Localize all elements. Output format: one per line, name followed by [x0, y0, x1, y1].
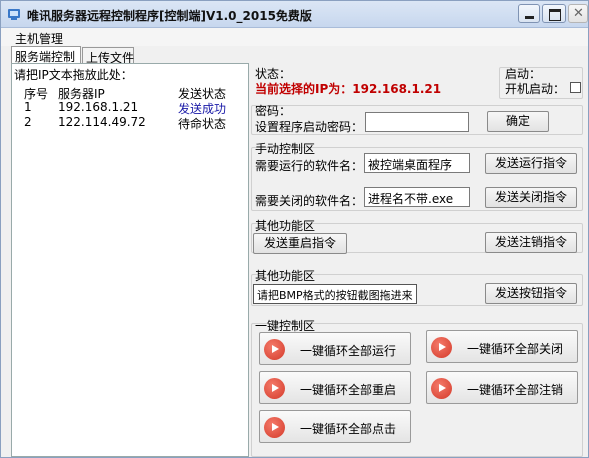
minimize-button[interactable]: [518, 4, 540, 23]
password-input[interactable]: [365, 112, 469, 132]
menu-host-management[interactable]: 主机管理: [15, 30, 63, 47]
autostart-checkbox[interactable]: [570, 82, 581, 93]
status-section: 状态： 当前选择的IP为：192.168.1.21 启动： 开机启动：: [253, 65, 583, 99]
restart-all-button[interactable]: 一键循环全部重启: [259, 371, 411, 404]
other-functions-label-2: 其他功能区: [255, 269, 316, 283]
autostart-label: 开机启动：: [505, 82, 566, 96]
app-icon: [8, 9, 20, 20]
maximize-button[interactable]: [542, 4, 566, 23]
confirm-button[interactable]: 确定: [487, 111, 549, 132]
close-all-button[interactable]: 一键循环全部关闭: [426, 330, 578, 363]
row-ip: 192.168.1.21: [58, 100, 139, 114]
window-title: 唯讯服务器远程控制程序[控制端]V1.0_2015免费版: [27, 9, 312, 23]
run-all-label: 一键循环全部运行: [300, 344, 397, 358]
close-software-label: 需要关闭的软件名：: [255, 194, 364, 208]
drop-hint: 请把IP文本拖放此处：: [14, 68, 133, 82]
run-software-label: 需要运行的软件名：: [255, 159, 364, 173]
password-label: 密码：: [255, 104, 292, 118]
server-list-panel[interactable]: 请把IP文本拖放此处： 序号 服务器IP 发送状态 1 192.168.1.21…: [11, 63, 249, 457]
menu-bar: 主机管理: [1, 28, 588, 46]
run-software-input[interactable]: 被控端桌面程序: [364, 153, 470, 173]
logout-all-label: 一键循环全部注销: [467, 383, 564, 397]
play-icon: [264, 417, 285, 438]
play-icon: [264, 339, 285, 360]
send-restart-button[interactable]: 发送重启指令: [253, 233, 347, 254]
row-ip: 122.114.49.72: [58, 115, 146, 129]
send-logout-button[interactable]: 发送注销指令: [485, 232, 577, 253]
run-all-button[interactable]: 一键循环全部运行: [259, 332, 411, 365]
click-all-button[interactable]: 一键循环全部点击: [259, 410, 411, 443]
row-no: 2: [24, 115, 32, 129]
list-header: 序号 服务器IP 发送状态: [16, 85, 246, 101]
send-button-command[interactable]: 发送按钮指令: [485, 283, 577, 304]
click-all-label: 一键循环全部点击: [300, 422, 397, 436]
send-run-button[interactable]: 发送运行指令: [485, 153, 577, 174]
row-status: 待命状态: [178, 117, 227, 131]
play-icon: [431, 337, 452, 358]
title-bar[interactable]: 唯讯服务器远程控制程序[控制端]V1.0_2015免费版 ✕: [1, 1, 588, 28]
close-all-label: 一键循环全部关闭: [467, 342, 564, 356]
logout-all-button[interactable]: 一键循环全部注销: [426, 371, 578, 404]
play-icon: [431, 378, 452, 399]
list-item[interactable]: 1 192.168.1.21 发送成功: [16, 100, 246, 116]
server-list[interactable]: 序号 服务器IP 发送状态 1 192.168.1.21 发送成功 2 122.…: [16, 82, 246, 131]
restart-all-label: 一键循环全部重启: [300, 383, 397, 397]
play-icon: [264, 378, 285, 399]
other-functions-label-1: 其他功能区: [255, 219, 316, 233]
list-item[interactable]: 2 122.114.49.72 待命状态: [16, 115, 246, 131]
tab-upload-file[interactable]: 上传文件: [82, 47, 134, 65]
send-close-button[interactable]: 发送关闭指令: [485, 187, 577, 208]
app-window: 唯讯服务器远程控制程序[控制端]V1.0_2015免费版 ✕ 主机管理 服务端控…: [0, 0, 589, 458]
set-password-label: 设置程序启动密码：: [255, 120, 364, 134]
close-button[interactable]: ✕: [568, 4, 588, 23]
close-icon: ✕: [573, 6, 584, 21]
tab-server-control[interactable]: 服务端控制: [11, 46, 81, 64]
row-no: 1: [24, 100, 32, 114]
close-software-input[interactable]: 进程名不带.exe: [364, 187, 470, 207]
current-ip-text: 当前选择的IP为：192.168.1.21: [255, 82, 442, 96]
bmp-drop-field[interactable]: 请把BMP格式的按钮截图拖进来: [253, 284, 417, 304]
manual-control-label: 手动控制区: [255, 142, 316, 156]
